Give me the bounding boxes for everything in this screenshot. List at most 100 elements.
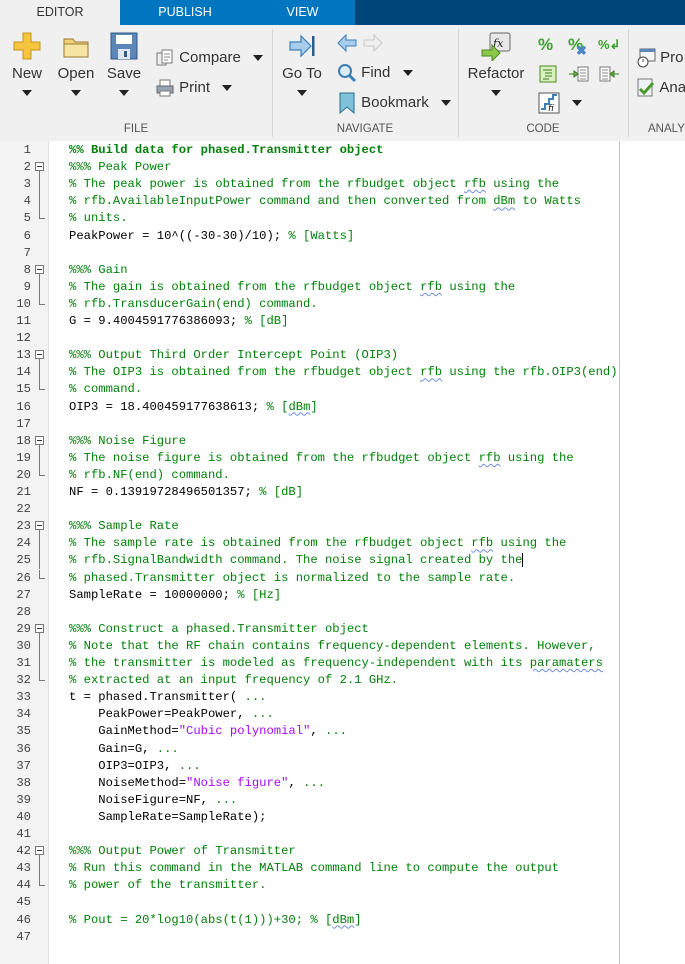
code-text[interactable]: SampleRate=SampleRate);: [69, 809, 266, 826]
smart-indent-icon[interactable]: [538, 64, 560, 84]
code-line[interactable]: 19 % The noise figure is obtained from th…: [0, 449, 685, 467]
go-to-dropdown-arrow-icon[interactable]: [297, 90, 307, 96]
code-text[interactable]: %%% Output Third Order Intercept Point (…: [69, 347, 398, 364]
save-button[interactable]: Save: [104, 31, 144, 100]
code-line[interactable]: 15 % command.: [0, 381, 685, 398]
code-line[interactable]: 20 % rfb.NF(end) command.: [0, 466, 685, 484]
code-text[interactable]: %%% Noise Figure: [69, 433, 186, 450]
code-editor[interactable]: 1 %% Build data for phased.Transmitter ob…: [0, 141, 685, 964]
go-to-button[interactable]: Go To: [278, 31, 326, 100]
code-line[interactable]: 17: [0, 416, 685, 433]
code-line[interactable]: 29 %%% Construct a phased.Transmitter obj…: [0, 621, 685, 638]
code-line[interactable]: 23 %%% Sample Rate: [0, 518, 685, 536]
fold-collapse-icon[interactable]: [35, 518, 47, 536]
code-text[interactable]: % rfb.AvailableInputPower command and th…: [69, 193, 581, 210]
code-line[interactable]: 26 % phased.Transmitter object is normali…: [0, 569, 685, 587]
code-line[interactable]: 13 %%% Output Third Order Intercept Point…: [0, 347, 685, 365]
code-text[interactable]: % rfb.SignalBandwidth command. The noise…: [69, 552, 524, 569]
uncomment-icon[interactable]: % ✖: [568, 35, 590, 58]
code-text[interactable]: SampleRate = 10000000; % [Hz]: [69, 587, 281, 604]
compare-button[interactable]: Compare: [155, 46, 264, 70]
increase-indent-icon[interactable]: [568, 64, 590, 84]
code-text[interactable]: % The OIP3 is obtained from the rfbudget…: [69, 364, 618, 381]
code-line[interactable]: 30 % Note that the RF chain contains freq…: [0, 637, 685, 655]
code-text[interactable]: %%% Peak Power: [69, 159, 171, 176]
code-line[interactable]: 46 % Pout = 20*log10(abs(t(1)))+30; % [dB…: [0, 912, 685, 929]
code-text[interactable]: t = phased.Transmitter( ...: [69, 689, 266, 706]
fixed-point-tool-button[interactable]: fi: [538, 91, 583, 115]
code-text[interactable]: GainMethod="Cubic polynomial", ...: [69, 723, 347, 740]
code-line[interactable]: 35 GainMethod="Cubic polynomial", ...: [0, 723, 685, 740]
run-and-time-button[interactable]: Pro: [636, 46, 684, 70]
open-dropdown-arrow-icon[interactable]: [71, 90, 81, 96]
code-text[interactable]: PeakPower = 10^((-30-30)/10); % [Watts]: [69, 228, 354, 245]
new-dropdown-arrow-icon[interactable]: [22, 90, 32, 96]
code-line[interactable]: 31 % the transmitter is modeled as freque…: [0, 655, 685, 673]
code-line[interactable]: 44 % power of the transmitter.: [0, 877, 685, 894]
code-text[interactable]: % Note that the RF chain contains freque…: [69, 638, 596, 655]
refactor-dropdown-arrow-icon[interactable]: [491, 90, 501, 96]
fold-collapse-icon[interactable]: [35, 347, 47, 365]
tab-editor[interactable]: EDITOR: [0, 0, 120, 25]
code-line[interactable]: 8 %%% Gain: [0, 262, 685, 279]
code-line[interactable]: 42 %%% Output Power of Transmitter: [0, 843, 685, 861]
refactor-button[interactable]: fx Refactor: [464, 31, 528, 100]
code-text[interactable]: %%% Construct a phased.Transmitter objec…: [69, 621, 369, 638]
code-text[interactable]: Gain=G, ...: [69, 741, 178, 758]
code-line[interactable]: 28: [0, 604, 685, 621]
code-line[interactable]: 18 %%% Noise Figure: [0, 433, 685, 450]
code-line[interactable]: 12: [0, 330, 685, 347]
code-line[interactable]: 41: [0, 826, 685, 843]
code-line[interactable]: 2 %%% Peak Power: [0, 159, 685, 177]
fold-collapse-icon[interactable]: [35, 843, 47, 861]
code-line[interactable]: 25 % rfb.SignalBandwidth command. The noi…: [0, 552, 685, 570]
code-text[interactable]: %% Build data for phased.Transmitter obj…: [69, 142, 384, 159]
code-line[interactable]: 43 % Run this command in the MATLAB comma…: [0, 860, 685, 878]
code-line[interactable]: 37 OIP3=OIP3, ...: [0, 758, 685, 775]
analyze-code-button[interactable]: Ana: [636, 76, 685, 100]
code-line[interactable]: 45: [0, 894, 685, 911]
code-line[interactable]: 7: [0, 245, 685, 262]
fold-collapse-icon[interactable]: [35, 262, 47, 279]
code-line[interactable]: 9 % The gain is obtained from the rfbudge…: [0, 278, 685, 296]
code-text[interactable]: % The gain is obtained from the rfbudget…: [69, 279, 515, 296]
fold-collapse-icon[interactable]: [35, 433, 47, 450]
code-line[interactable]: 40 SampleRate=SampleRate);: [0, 809, 685, 826]
code-text[interactable]: NoiseMethod="Noise figure", ...: [69, 775, 325, 792]
bookmark-button[interactable]: Bookmark: [337, 91, 451, 115]
code-text[interactable]: %%% Sample Rate: [69, 518, 179, 535]
code-line[interactable]: 47: [0, 929, 685, 946]
code-line[interactable]: 39 NoiseFigure=NF, ...: [0, 792, 685, 809]
find-dropdown-arrow-icon[interactable]: [402, 70, 413, 77]
forward-arrow-icon[interactable]: [362, 33, 384, 53]
print-button[interactable]: Print: [155, 76, 233, 100]
code-line[interactable]: 33 t = phased.Transmitter( ...: [0, 689, 685, 706]
code-text[interactable]: PeakPower=PeakPower, ...: [69, 706, 274, 723]
code-text[interactable]: G = 9.4004591776386093; % [dB]: [69, 313, 288, 330]
compare-dropdown-arrow-icon[interactable]: [253, 55, 264, 62]
wrap-comments-icon[interactable]: %↲: [598, 35, 620, 55]
code-text[interactable]: % extracted at an input frequency of 2.1…: [69, 672, 398, 689]
code-line[interactable]: 22: [0, 501, 685, 518]
back-arrow-icon[interactable]: [336, 33, 358, 53]
code-line[interactable]: 5 % units.: [0, 210, 685, 227]
bookmark-dropdown-arrow-icon[interactable]: [440, 100, 451, 107]
code-line[interactable]: 10 % rfb.TransducerGain(end) command.: [0, 295, 685, 313]
code-text[interactable]: NoiseFigure=NF, ...: [69, 792, 237, 809]
comment-percent-icon[interactable]: %: [538, 35, 560, 55]
code-line[interactable]: 14 % The OIP3 is obtained from the rfbudg…: [0, 364, 685, 382]
code-text[interactable]: % Pout = 20*log10(abs(t(1)))+30; % [dBm]: [69, 912, 362, 929]
code-text[interactable]: % rfb.NF(end) command.: [69, 467, 230, 484]
code-line[interactable]: 24 % The sample rate is obtained from the…: [0, 535, 685, 553]
code-text[interactable]: % The sample rate is obtained from the r…: [69, 535, 566, 552]
code-text[interactable]: % rfb.TransducerGain(end) command.: [69, 296, 318, 313]
tab-view[interactable]: VIEW: [250, 0, 355, 25]
open-button[interactable]: Open: [54, 31, 98, 100]
code-text[interactable]: % power of the transmitter.: [69, 877, 266, 894]
code-line[interactable]: 34 PeakPower=PeakPower, ...: [0, 706, 685, 723]
code-line[interactable]: 6 PeakPower = 10^((-30-30)/10); % [Watts]: [0, 228, 685, 245]
code-line[interactable]: 27 SampleRate = 10000000; % [Hz]: [0, 587, 685, 604]
fixed-point-dropdown-arrow-icon[interactable]: [572, 100, 583, 107]
code-line[interactable]: 38 NoiseMethod="Noise figure", ...: [0, 775, 685, 792]
save-dropdown-arrow-icon[interactable]: [119, 90, 129, 96]
